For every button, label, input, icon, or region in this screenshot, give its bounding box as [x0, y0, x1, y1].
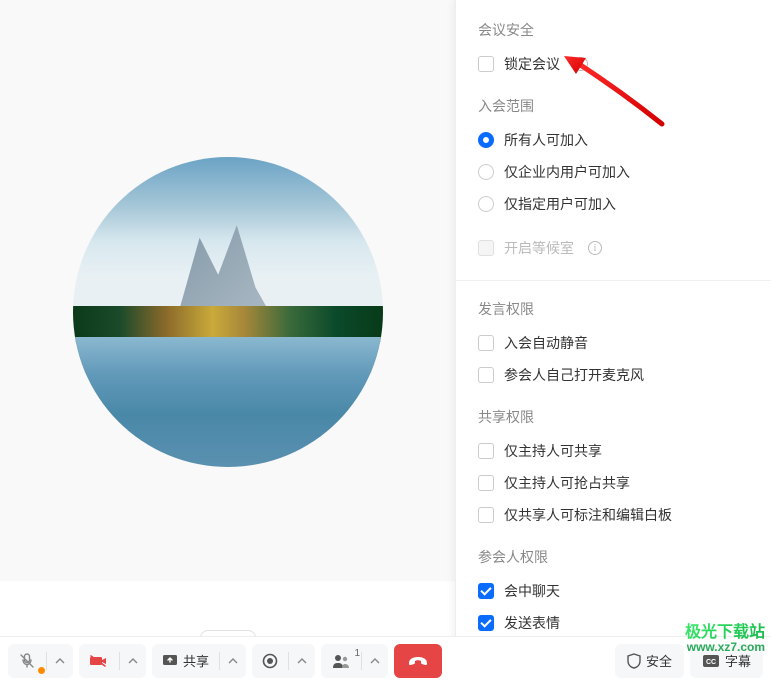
camera-off-icon	[89, 653, 109, 669]
chevron-up-icon	[228, 658, 238, 664]
option-join-enterprise[interactable]: 仅企业内用户可加入	[478, 162, 749, 182]
checkbox-icon	[478, 335, 494, 351]
checkbox-icon	[478, 615, 494, 631]
participants-icon	[331, 653, 351, 669]
record-icon	[262, 653, 278, 669]
security-label: 安全	[646, 651, 672, 670]
share-label: 共享	[183, 651, 209, 670]
section-speak-permission: 发言权限 入会自动静音 参会人自己打开麦克风	[478, 299, 749, 385]
share-menu-caret[interactable]	[220, 644, 246, 678]
option-host-share[interactable]: 仅主持人可共享	[478, 441, 749, 461]
mic-off-icon	[18, 652, 36, 670]
shield-icon	[627, 653, 641, 669]
option-label: 仅主持人可抢占共享	[504, 473, 630, 493]
chevron-up-icon	[297, 658, 307, 664]
radio-icon	[478, 164, 494, 180]
info-icon[interactable]	[588, 241, 602, 255]
option-label: 入会自动静音	[504, 333, 588, 353]
option-label: 所有人可加入	[504, 130, 588, 150]
record-button[interactable]	[252, 644, 288, 678]
divider	[456, 280, 771, 281]
record-menu-caret[interactable]	[289, 644, 315, 678]
section-join-scope: 入会范围 所有人可加入 仅企业内用户可加入 仅指定用户可加入 开启等候室	[478, 96, 749, 258]
warning-badge-icon	[38, 667, 45, 674]
checkbox-icon	[478, 443, 494, 459]
option-label: 仅指定用户可加入	[504, 194, 616, 214]
camera-menu-caret[interactable]	[120, 644, 146, 678]
mic-menu-caret[interactable]	[47, 644, 73, 678]
security-button[interactable]: 安全	[615, 644, 684, 678]
record-button-group	[252, 644, 315, 678]
option-label: 仅主持人可共享	[504, 441, 602, 461]
option-auto-mute[interactable]: 入会自动静音	[478, 333, 749, 353]
checkbox-icon	[478, 507, 494, 523]
security-settings-panel: 会议安全 锁定会议 入会范围 所有人可加入 仅企业内用户可加入 仅指定用户可加入	[455, 0, 771, 684]
option-label: 开启等候室	[504, 238, 574, 258]
checkbox-icon	[478, 475, 494, 491]
radio-icon	[478, 132, 494, 148]
checkbox-icon	[478, 240, 494, 256]
option-emoji[interactable]: 发送表情	[478, 613, 749, 633]
share-button[interactable]: 共享	[152, 644, 219, 678]
option-label: 仅共享人可标注和编辑白板	[504, 505, 672, 525]
end-call-button[interactable]	[394, 644, 442, 678]
chevron-up-icon	[128, 658, 138, 664]
option-label: 参会人自己打开麦克风	[504, 365, 644, 385]
participants-menu-caret[interactable]	[362, 644, 388, 678]
info-icon[interactable]	[574, 57, 588, 71]
section-title: 发言权限	[478, 299, 749, 319]
avatar	[73, 157, 383, 467]
option-host-preempt[interactable]: 仅主持人可抢占共享	[478, 473, 749, 493]
section-title: 共享权限	[478, 407, 749, 427]
share-screen-icon	[162, 653, 178, 669]
subtitle-icon: CC	[702, 654, 720, 668]
subtitle-button[interactable]: CC 字幕	[690, 644, 763, 678]
subtitle-label: 字幕	[725, 651, 751, 670]
option-lock-meeting[interactable]: 锁定会议	[478, 54, 749, 74]
option-label: 仅企业内用户可加入	[504, 162, 630, 182]
radio-icon	[478, 196, 494, 212]
chevron-up-icon	[55, 658, 65, 664]
camera-button-group	[79, 644, 146, 678]
option-chat[interactable]: 会中聊天	[478, 581, 749, 601]
svg-text:CC: CC	[706, 659, 716, 666]
checkbox-icon	[478, 56, 494, 72]
mic-button-group	[8, 644, 73, 678]
chevron-up-icon	[370, 658, 380, 664]
option-self-unmute[interactable]: 参会人自己打开麦克风	[478, 365, 749, 385]
camera-button[interactable]	[79, 644, 119, 678]
checkbox-icon	[478, 583, 494, 599]
section-title: 入会范围	[478, 96, 749, 116]
section-title: 参会人权限	[478, 547, 749, 567]
participants-button-group: 1	[321, 644, 388, 678]
section-share-permission: 共享权限 仅主持人可共享 仅主持人可抢占共享 仅共享人可标注和编辑白板	[478, 407, 749, 525]
option-join-specific[interactable]: 仅指定用户可加入	[478, 194, 749, 214]
option-share-annotate[interactable]: 仅共享人可标注和编辑白板	[478, 505, 749, 525]
phone-hangup-icon	[407, 655, 429, 667]
section-meeting-security: 会议安全 锁定会议	[478, 20, 749, 74]
section-title: 会议安全	[478, 20, 749, 40]
option-waiting-room: 开启等候室	[478, 238, 749, 258]
option-label: 会中聊天	[504, 581, 560, 601]
option-label: 发送表情	[504, 613, 560, 633]
participants-count-badge: 1	[354, 648, 360, 659]
checkbox-icon	[478, 367, 494, 383]
video-area	[0, 0, 455, 684]
share-button-group: 共享	[152, 644, 246, 678]
option-label: 锁定会议	[504, 54, 560, 74]
bottom-toolbar: 共享 1 安全 CC 字幕	[0, 636, 771, 684]
option-join-all[interactable]: 所有人可加入	[478, 130, 749, 150]
